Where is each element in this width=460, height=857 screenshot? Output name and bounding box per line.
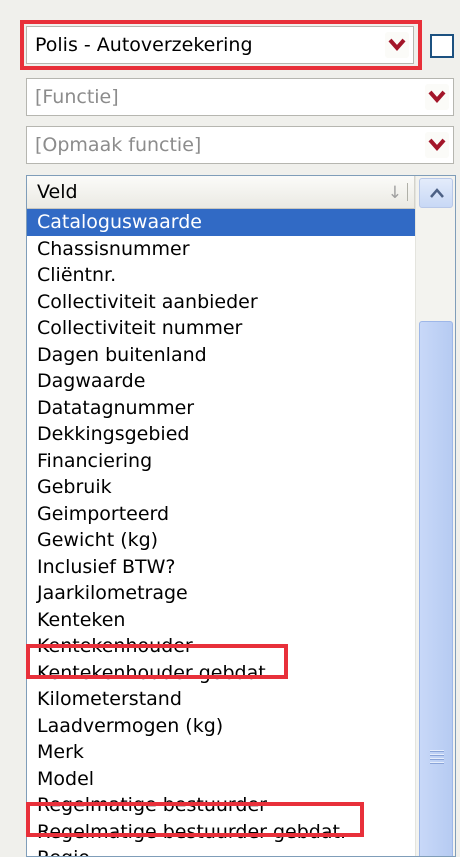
list-item[interactable]: Kilometerstand: [27, 686, 415, 713]
entity-checkbox[interactable]: [430, 34, 454, 58]
field-listview[interactable]: Veld ↓ Cataloguswaarde Chassisnummer Cliën…: [26, 175, 456, 857]
list-item[interactable]: Dagwaarde: [27, 368, 415, 395]
column-header-label: Veld: [37, 181, 78, 203]
function-select[interactable]: [Functie]: [26, 78, 454, 116]
list-item[interactable]: Cliëntnr.: [27, 262, 415, 289]
list-item[interactable]: Regio: [27, 845, 415, 856]
list-item[interactable]: Financiering: [27, 448, 415, 475]
format-function-select-placeholder: [Opmaak functie]: [35, 134, 202, 156]
list-item[interactable]: Gewicht (kg): [27, 527, 415, 554]
chevron-down-icon: [428, 90, 446, 104]
list-item[interactable]: Collectiviteit aanbieder: [27, 289, 415, 316]
highlight-box-regelmatige-bestuurder-gebdat: [26, 802, 364, 837]
list-item[interactable]: Cataloguswaarde: [27, 209, 415, 236]
format-function-select[interactable]: [Opmaak functie]: [26, 126, 454, 164]
list-item[interactable]: Gebruik: [27, 474, 415, 501]
format-function-select-dropdown-button[interactable]: [425, 132, 449, 158]
chevron-down-icon: [428, 138, 446, 152]
list-item[interactable]: Inclusief BTW?: [27, 554, 415, 581]
list-item[interactable]: Datatagnummer: [27, 395, 415, 422]
scroll-up-button[interactable]: [419, 178, 453, 208]
highlight-box-kentekenhouder-gebdat: [26, 644, 288, 679]
list-item[interactable]: Collectiviteit nummer: [27, 315, 415, 342]
column-header-veld[interactable]: Veld ↓: [27, 176, 415, 209]
chevron-up-icon: [430, 188, 444, 198]
sort-down-arrow-icon: ↓: [387, 183, 402, 203]
list-item[interactable]: Model: [27, 766, 415, 793]
list-item[interactable]: Geimporteerd: [27, 501, 415, 528]
list-item[interactable]: Laadvermogen (kg): [27, 713, 415, 740]
highlight-box-entity-select: [20, 20, 422, 70]
list-item[interactable]: Chassisnummer: [27, 236, 415, 263]
list-item[interactable]: Dekkingsgebied: [27, 421, 415, 448]
list-item[interactable]: Merk: [27, 739, 415, 766]
list-item[interactable]: Jaarkilometrage: [27, 580, 415, 607]
list-item[interactable]: Dagen buitenland: [27, 342, 415, 369]
scrollbar-thumb[interactable]: [419, 321, 453, 856]
list-item[interactable]: Kenteken: [27, 607, 415, 634]
field-items: Cataloguswaarde Chassisnummer Cliëntnr. Col…: [27, 209, 415, 856]
function-select-placeholder: [Functie]: [35, 86, 119, 108]
function-select-dropdown-button[interactable]: [425, 84, 449, 110]
grip-icon: [430, 750, 444, 766]
vertical-scrollbar[interactable]: [415, 176, 455, 856]
column-separator[interactable]: [407, 183, 408, 201]
